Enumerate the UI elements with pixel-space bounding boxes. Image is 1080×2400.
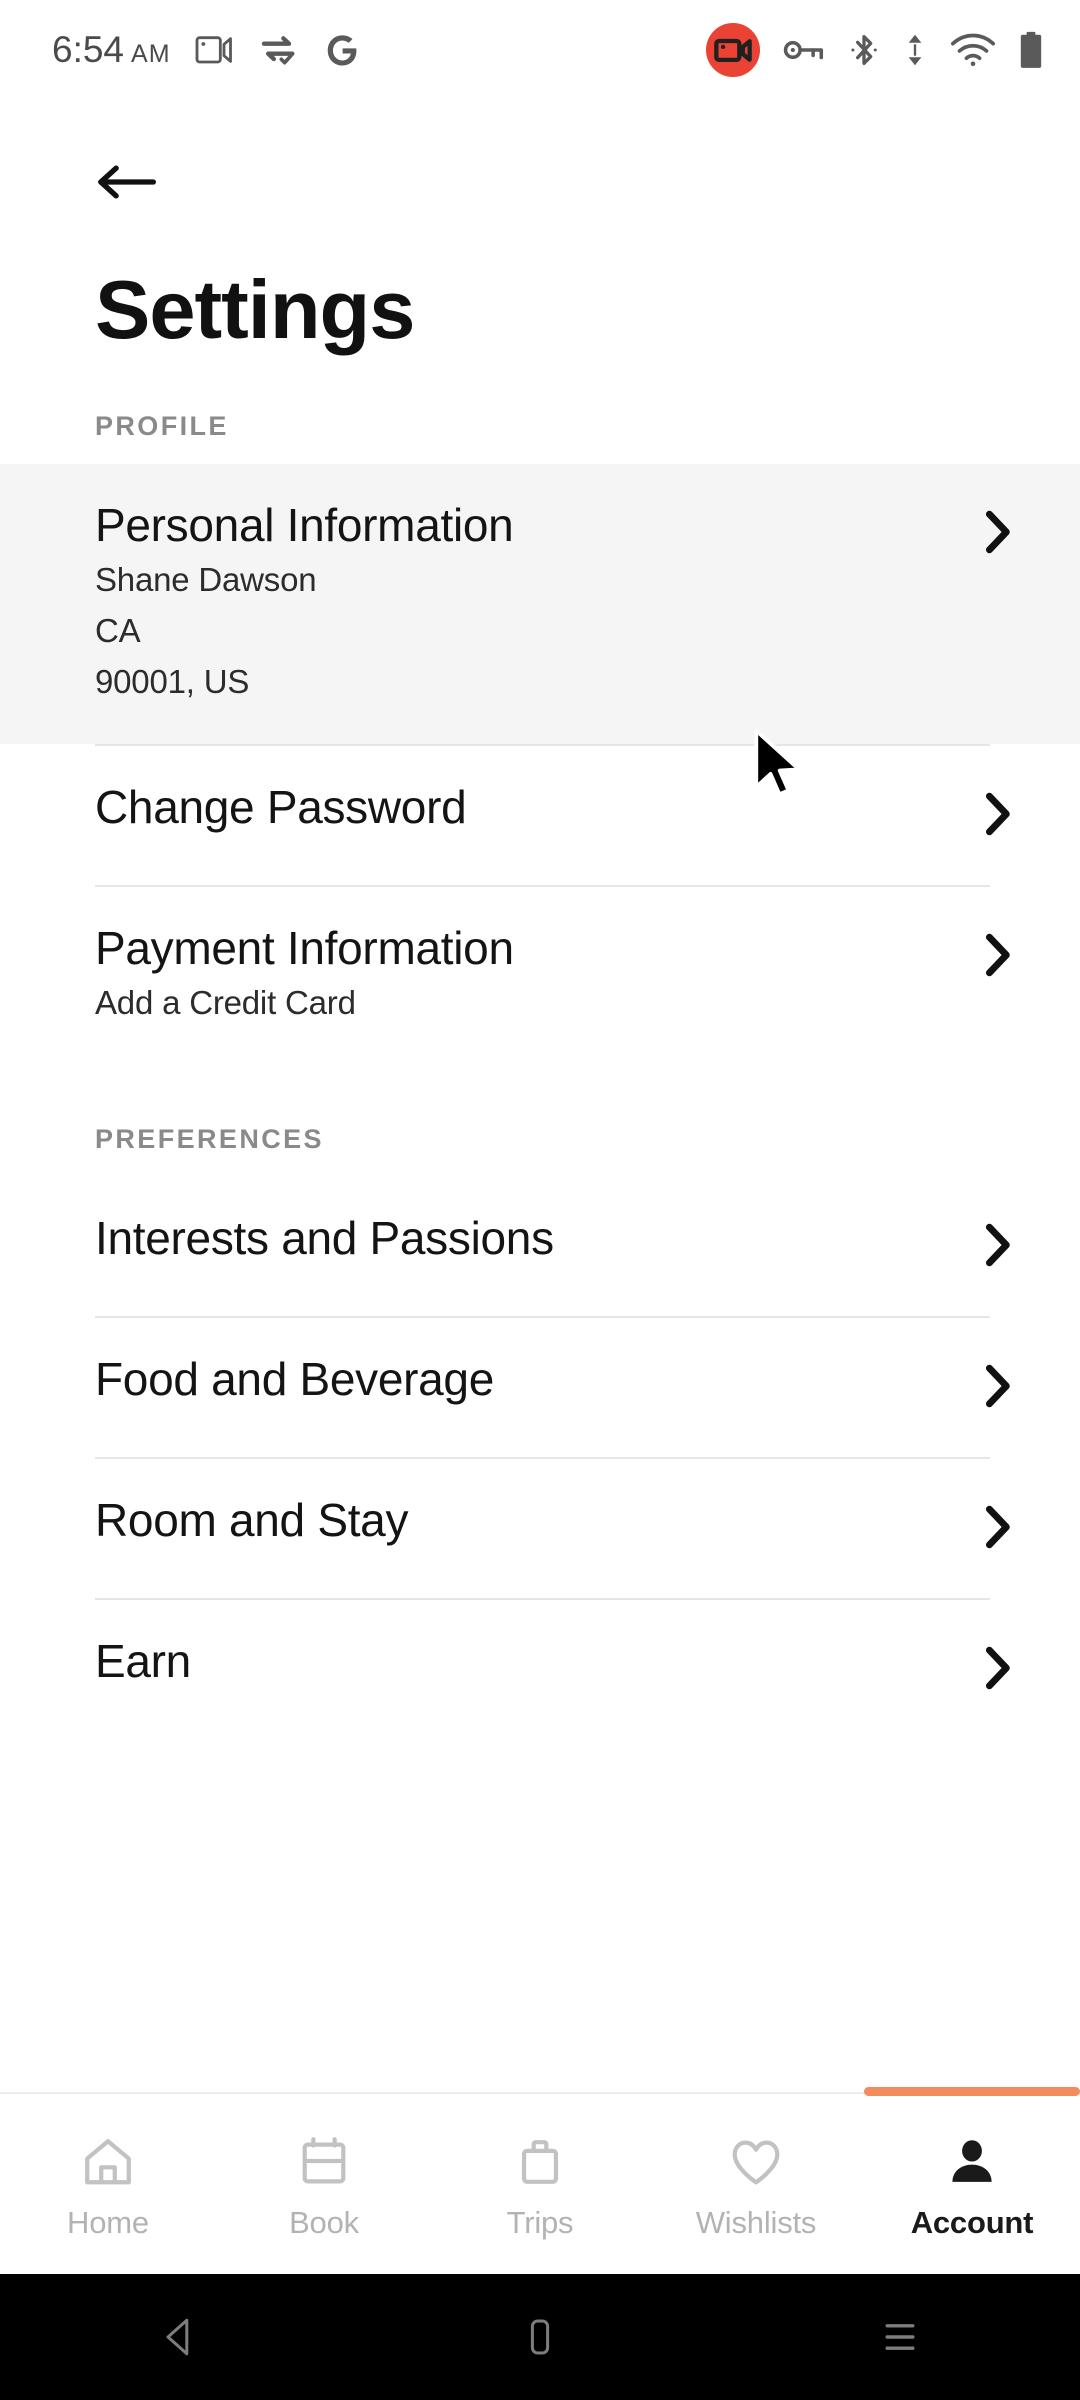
- home-icon: [85, 2139, 131, 2185]
- chevron-right-icon[interactable]: [980, 780, 1014, 845]
- list-item-title: Food and Beverage: [95, 1352, 494, 1405]
- list-item-title: Room and Stay: [95, 1493, 409, 1546]
- android-back-button[interactable]: [0, 2313, 360, 2361]
- android-home-button[interactable]: [360, 2313, 720, 2361]
- tab-home[interactable]: Home: [0, 2094, 216, 2274]
- briefcase-icon: [521, 2140, 559, 2184]
- heart-icon: [732, 2140, 780, 2185]
- arrow-left-icon[interactable]: [95, 160, 157, 204]
- list-item-title: Change Password: [95, 781, 467, 834]
- home-square-icon[interactable]: [516, 2313, 564, 2361]
- tab-indicator: [432, 2087, 648, 2096]
- list-item-earn[interactable]: Earn: [0, 1600, 1080, 1739]
- list-item-subline: 90001, US: [95, 662, 250, 700]
- bluetooth-icon: [851, 35, 877, 65]
- android-recents-button[interactable]: [720, 2313, 1080, 2361]
- status-bar-right: [706, 23, 1044, 77]
- list-item-interests-and-passions[interactable]: Interests and Passions: [0, 1177, 1080, 1316]
- clock-time: 6:54: [52, 29, 125, 70]
- calendar-icon: [302, 2137, 346, 2184]
- chevron-right-icon[interactable]: [980, 1493, 1014, 1558]
- status-bar: 6:54 AM: [0, 0, 1080, 100]
- section-label-profile: PROFILE: [95, 411, 229, 442]
- list-item-personal-information[interactable]: Personal Information Shane Dawson CA 900…: [0, 464, 1080, 745]
- screen-cast-icon: [195, 36, 232, 64]
- profile-list: Personal Information Shane Dawson CA 900…: [0, 464, 1080, 1066]
- status-clock: 6:54 AM: [52, 29, 171, 71]
- google-g-icon: [327, 35, 356, 66]
- chevron-right-icon[interactable]: [980, 1211, 1014, 1276]
- section-preferences: PREFERENCES Interests and Passions Food …: [0, 1066, 1080, 1739]
- chevron-right-icon[interactable]: [980, 1352, 1014, 1417]
- list-item-payment-information[interactable]: Payment Information Add a Credit Card: [0, 887, 1080, 1066]
- tab-indicator: [0, 2087, 216, 2096]
- tab-label: Home: [67, 2205, 149, 2240]
- chevron-right-icon[interactable]: [980, 921, 1014, 986]
- section-profile: PROFILE Personal Information Shane Dawso…: [0, 353, 1080, 1066]
- list-item-subline: Shane Dawson: [95, 561, 317, 599]
- list-item-change-password[interactable]: Change Password: [0, 746, 1080, 885]
- sync-check-icon: [261, 36, 295, 65]
- chevron-right-icon[interactable]: [980, 1634, 1014, 1699]
- data-transfer-icon: [908, 34, 922, 66]
- tab-label: Account: [910, 2205, 1034, 2240]
- preferences-list: Interests and Passions Food and Beverage: [0, 1177, 1080, 1739]
- back-triangle-icon[interactable]: [156, 2313, 204, 2361]
- settings-screen: Settings PROFILE Personal Information Sh…: [0, 100, 1080, 2300]
- tab-book[interactable]: Book: [216, 2094, 432, 2274]
- phone-screen: 6:54 AM Settings PROFILE Personal Inform…: [0, 0, 1080, 2400]
- clock-meridiem: AM: [131, 40, 171, 68]
- list-item-title: Personal Information: [95, 499, 514, 552]
- list-item-subline: CA: [95, 611, 141, 649]
- battery-icon: [1020, 31, 1042, 68]
- person-icon: [952, 2140, 992, 2182]
- list-item-room-and-stay[interactable]: Room and Stay: [0, 1459, 1080, 1598]
- android-navigation-bar: [0, 2274, 1080, 2400]
- back-button[interactable]: [0, 100, 1080, 230]
- vpn-key-icon: [783, 40, 824, 60]
- tab-indicator: [216, 2087, 432, 2096]
- tab-indicator: [648, 2087, 864, 2096]
- recents-menu-icon[interactable]: [876, 2313, 924, 2361]
- list-item-title: Interests and Passions: [95, 1211, 554, 1264]
- tab-label: Wishlists: [695, 2205, 817, 2240]
- page-title: Settings: [95, 263, 415, 356]
- bottom-navigation: Home Book Trips Wishlists Account: [0, 2087, 1080, 2274]
- tab-label: Trips: [506, 2205, 574, 2240]
- section-label-preferences: PREFERENCES: [95, 1123, 324, 1154]
- list-item-title: Payment Information: [95, 922, 514, 975]
- wifi-icon: [950, 33, 996, 67]
- status-bar-left: 6:54 AM: [52, 29, 706, 71]
- list-item-food-and-beverage[interactable]: Food and Beverage: [0, 1318, 1080, 1457]
- tab-label: Book: [289, 2205, 359, 2240]
- list-item-subline: Add a Credit Card: [95, 984, 356, 1022]
- tab-indicator: [864, 2087, 1080, 2096]
- tab-account[interactable]: Account: [864, 2087, 1080, 2274]
- tab-trips[interactable]: Trips: [432, 2094, 648, 2274]
- screen-record-icon: [706, 23, 760, 77]
- tab-wishlists[interactable]: Wishlists: [648, 2094, 864, 2274]
- chevron-right-icon[interactable]: [980, 498, 1014, 563]
- list-item-title: Earn: [95, 1634, 191, 1687]
